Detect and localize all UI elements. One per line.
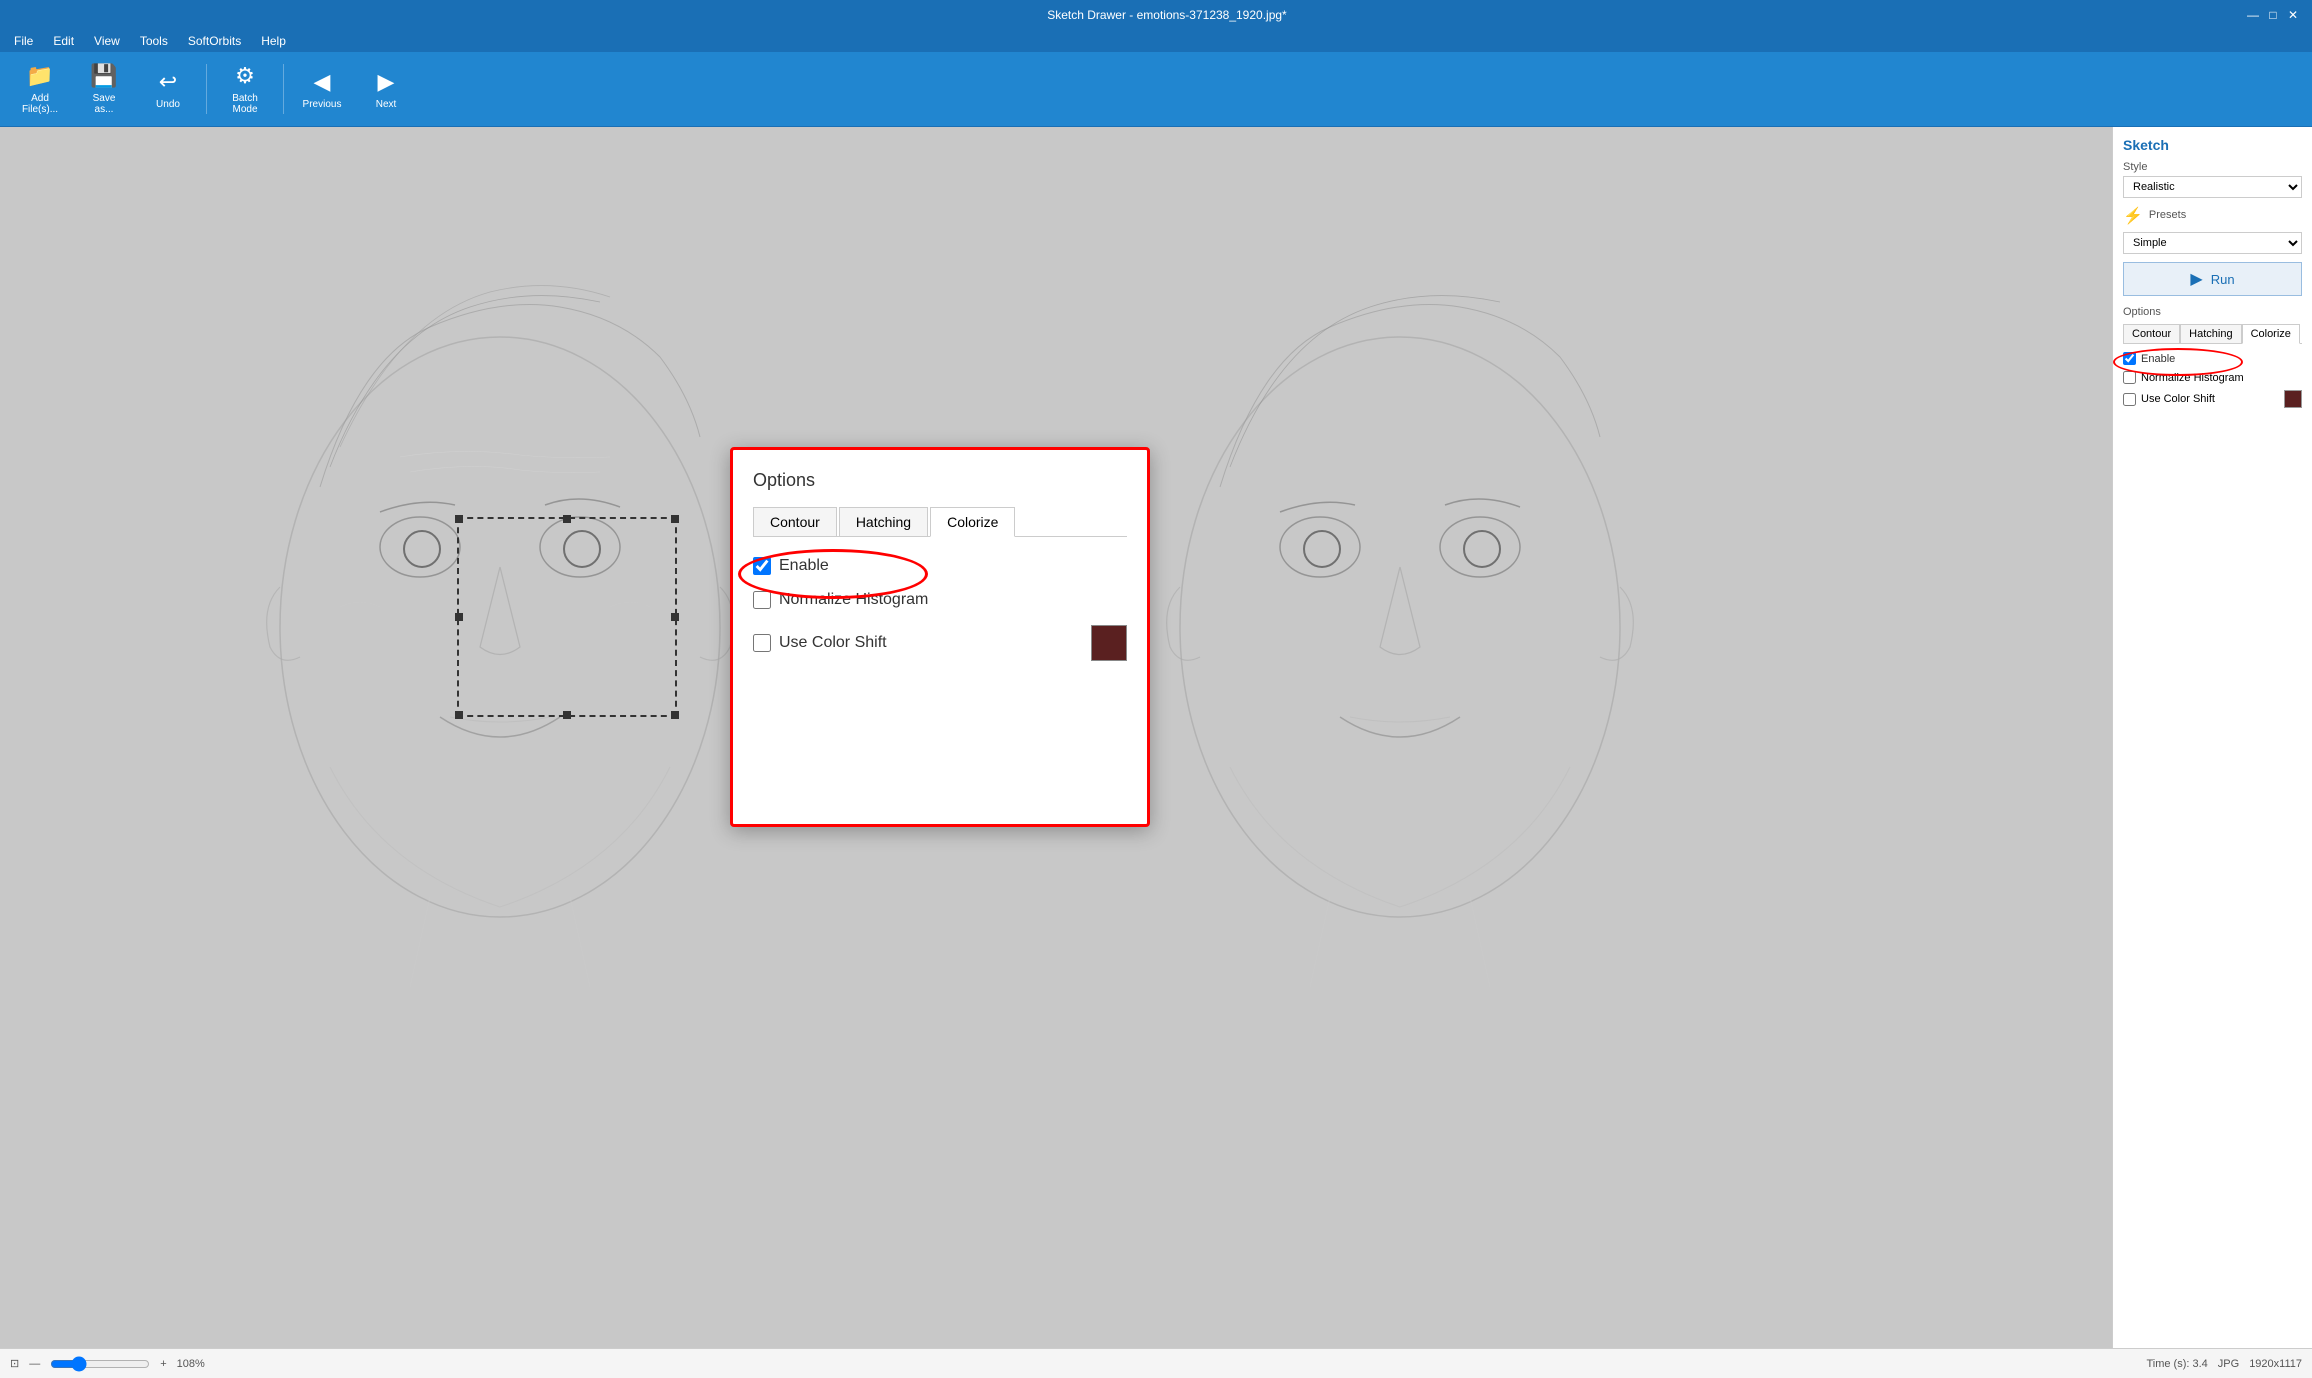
zoom-value: 108% [177, 1358, 205, 1370]
undo-icon: ↩ [159, 69, 177, 95]
zoom-out-icon[interactable]: — [29, 1358, 40, 1370]
presets-row: ⚡ Presets [2123, 206, 2302, 226]
minimize-button[interactable]: — [2244, 6, 2262, 24]
menu-bar: File Edit View Tools SoftOrbits Help [0, 30, 2312, 52]
batch-label: Batch Mode [232, 93, 258, 115]
panel-tab-hatching[interactable]: Hatching [2180, 324, 2241, 343]
toolbar-divider-1 [206, 64, 207, 114]
add-files-button[interactable]: 📁 Add File(s)... [10, 59, 70, 119]
options-label: Options [2123, 306, 2302, 318]
next-icon: ▶ [378, 69, 395, 95]
panel-tab-colorize[interactable]: Colorize [2242, 324, 2300, 344]
menu-edit[interactable]: Edit [47, 32, 80, 50]
previous-button[interactable]: ◀ Previous [292, 59, 352, 119]
popup-enable-row: Enable [753, 557, 1127, 575]
popup-colorshift-checkbox[interactable] [753, 634, 771, 652]
popup-title: Options [753, 470, 1127, 491]
undo-button[interactable]: ↩ Undo [138, 59, 198, 119]
previous-label: Previous [303, 99, 342, 110]
next-button[interactable]: ▶ Next [356, 59, 416, 119]
zoom-in-icon[interactable]: + [160, 1358, 166, 1370]
panel-normalize-label: Normalize Histogram [2141, 372, 2244, 384]
popup-color-swatch[interactable] [1091, 625, 1127, 661]
run-label: Run [2211, 272, 2235, 287]
undo-label: Undo [156, 99, 180, 110]
batch-icon: ⚙ [235, 63, 255, 89]
popup-normalize-label: Normalize Histogram [779, 591, 928, 609]
next-label: Next [376, 99, 397, 110]
popup-colorshift-row: Use Color Shift [753, 625, 1127, 661]
presets-icon: ⚡ [2123, 206, 2143, 226]
batch-mode-button[interactable]: ⚙ Batch Mode [215, 59, 275, 119]
format-label: JPG [2218, 1358, 2239, 1370]
dimensions-label: 1920x1117 [2249, 1358, 2302, 1370]
panel-enable-checkbox[interactable] [2123, 352, 2136, 365]
save-as-label: Save as... [93, 93, 116, 115]
close-button[interactable]: ✕ [2284, 6, 2302, 24]
panel-enable-row: Enable [2123, 352, 2302, 365]
panel-normalize-row: Normalize Histogram [2123, 371, 2302, 384]
panel-colorshift-checkbox[interactable] [2123, 393, 2136, 406]
canvas-area[interactable]: Options Contour Hatching Colorize Enable [0, 127, 2112, 1348]
add-files-label: Add File(s)... [22, 93, 58, 115]
panel-sketch-title: Sketch [2123, 137, 2302, 153]
save-as-button[interactable]: 💾 Save as... [74, 59, 134, 119]
popup-tab-hatching[interactable]: Hatching [839, 507, 928, 536]
main-area: Options Contour Hatching Colorize Enable [0, 127, 2312, 1348]
menu-tools[interactable]: Tools [134, 32, 174, 50]
panel-tabs: Contour Hatching Colorize [2123, 324, 2302, 344]
popup-colorshift-label: Use Color Shift [779, 634, 887, 652]
popup-tabs: Contour Hatching Colorize [753, 507, 1127, 537]
popup-tab-contour[interactable]: Contour [753, 507, 837, 536]
status-left: ⊡ — + 108% [10, 1356, 205, 1372]
right-panel: Sketch Style Realistic Simple ⚡ Presets … [2112, 127, 2312, 1348]
menu-help[interactable]: Help [255, 32, 292, 50]
status-right: Time (s): 3.4 JPG 1920x1117 [2146, 1358, 2302, 1370]
window-controls: — □ ✕ [2244, 6, 2302, 24]
popup-normalize-row: Normalize Histogram [753, 591, 1127, 609]
window-title: Sketch Drawer - emotions-371238_1920.jpg… [90, 8, 2244, 22]
run-arrow-icon: ▶ [2190, 269, 2202, 289]
options-popup: Options Contour Hatching Colorize Enable [730, 447, 1150, 827]
toolbar-divider-2 [283, 64, 284, 114]
fit-icon: ⊡ [10, 1357, 19, 1370]
presets-select[interactable]: Simple [2123, 232, 2302, 254]
menu-view[interactable]: View [88, 32, 126, 50]
add-files-icon: 📁 [26, 63, 53, 89]
popup-normalize-checkbox[interactable] [753, 591, 771, 609]
style-label: Style [2123, 161, 2302, 173]
save-as-icon: 💾 [90, 63, 117, 89]
presets-label: Presets [2149, 209, 2186, 221]
panel-color-swatch[interactable] [2284, 390, 2302, 408]
canvas-background: Options Contour Hatching Colorize Enable [0, 127, 2112, 1348]
style-select[interactable]: Realistic Simple [2123, 176, 2302, 198]
zoom-slider[interactable] [50, 1356, 150, 1372]
popup-enable-checkbox[interactable] [753, 557, 771, 575]
menu-softorbits[interactable]: SoftOrbits [182, 32, 247, 50]
time-label: Time (s): 3.4 [2146, 1358, 2207, 1370]
popup-enable-label: Enable [779, 557, 829, 575]
panel-colorshift-row: Use Color Shift [2123, 390, 2302, 408]
maximize-button[interactable]: □ [2264, 6, 2282, 24]
panel-tab-contour[interactable]: Contour [2123, 324, 2180, 343]
menu-file[interactable]: File [8, 32, 39, 50]
popup-tab-colorize[interactable]: Colorize [930, 507, 1015, 537]
panel-colorshift-label: Use Color Shift [2141, 393, 2215, 405]
toolbar: 📁 Add File(s)... 💾 Save as... ↩ Undo ⚙ B… [0, 52, 2312, 127]
panel-enable-label: Enable [2141, 353, 2175, 365]
status-bar: ⊡ — + 108% Time (s): 3.4 JPG 1920x1117 [0, 1348, 2312, 1378]
panel-normalize-checkbox[interactable] [2123, 371, 2136, 384]
run-button[interactable]: ▶ Run [2123, 262, 2302, 296]
previous-icon: ◀ [314, 69, 331, 95]
title-bar: Sketch Drawer - emotions-371238_1920.jpg… [0, 0, 2312, 30]
